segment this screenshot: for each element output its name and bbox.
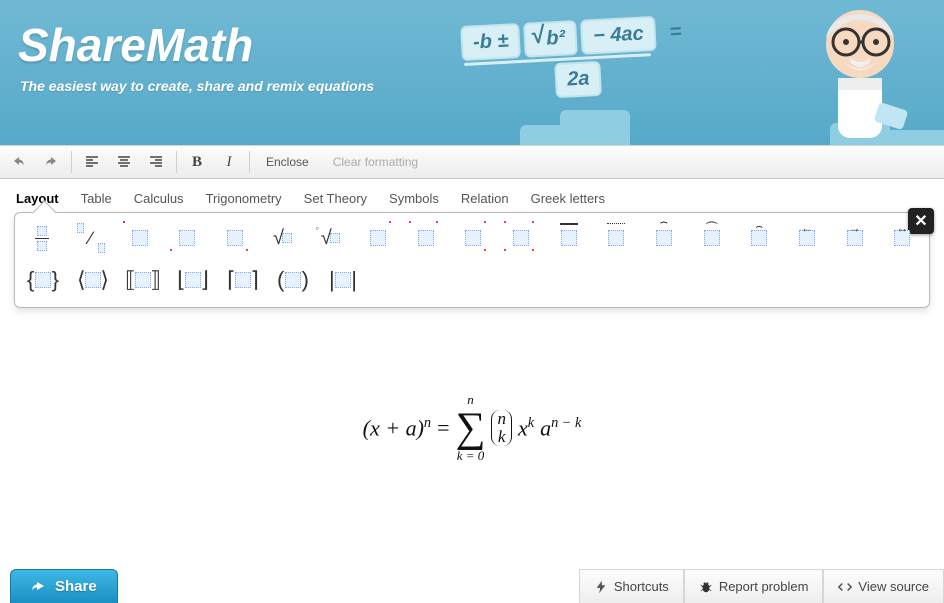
palette-all-scripts[interactable]: [508, 223, 534, 253]
format-toolbar: B I Enclose Clear formatting: [0, 145, 944, 179]
sigma-icon: ∑: [455, 407, 485, 449]
redo-button[interactable]: [36, 149, 66, 175]
palette-sub-left[interactable]: [174, 223, 200, 253]
equation-display: (x + a)n = n ∑ k = 0 n k xkan − k: [363, 393, 582, 462]
toolbar-separator: [71, 151, 72, 173]
eq-lhs-exp: n: [424, 415, 431, 431]
palette-sup-left[interactable]: [127, 223, 153, 253]
share-icon: [31, 579, 47, 595]
palette-braces[interactable]: {}: [29, 265, 57, 295]
palette-leftrightarrow-over[interactable]: ↔: [889, 223, 915, 253]
tab-relation[interactable]: Relation: [461, 191, 509, 206]
category-tabs: Layout Table Calculus Trigonometry Set T…: [0, 179, 944, 212]
tab-set-theory[interactable]: Set Theory: [304, 191, 367, 206]
eq-binom-bot: k: [498, 428, 506, 446]
eq-binom: n k: [491, 410, 512, 446]
palette-overbrace[interactable]: ⏞: [651, 223, 677, 253]
align-right-button[interactable]: [141, 149, 171, 175]
palette-sup-both[interactable]: [413, 223, 439, 253]
palette-sub-right[interactable]: [222, 223, 248, 253]
tab-greek-letters[interactable]: Greek letters: [531, 191, 605, 206]
palette-hat[interactable]: ⏜: [699, 223, 725, 253]
palette-floor[interactable]: ⌊⌋: [179, 265, 207, 295]
palette-sqrt[interactable]: √: [270, 223, 296, 253]
eq-term1-exp: k: [528, 415, 534, 431]
palette-dbl-brackets[interactable]: ⟦⟧: [129, 265, 157, 295]
palette-bars[interactable]: ||: [329, 265, 357, 295]
eq-binom-top: n: [497, 410, 506, 428]
enclose-button[interactable]: Enclose: [255, 149, 320, 175]
bold-button[interactable]: B: [182, 149, 212, 175]
palette-sup-right[interactable]: [365, 223, 391, 253]
toolbar-separator: [176, 151, 177, 173]
palette-overbar[interactable]: [556, 223, 582, 253]
source-label: View source: [858, 579, 929, 594]
shortcuts-label: Shortcuts: [614, 579, 669, 594]
palette-leftarrow-over[interactable]: ←: [794, 223, 820, 253]
italic-button[interactable]: I: [214, 149, 244, 175]
banner-formula-chip: √ b²: [523, 20, 578, 58]
eq-term1-base: x: [518, 415, 528, 440]
bolt-icon: [594, 580, 608, 594]
palette-ceil[interactable]: ⌈⌉: [229, 265, 257, 295]
eq-sum-lower: k = 0: [457, 449, 485, 463]
tab-symbols[interactable]: Symbols: [389, 191, 439, 206]
report-problem-link[interactable]: Report problem: [684, 569, 824, 603]
banner-formula-chip: =: [659, 16, 692, 49]
report-label: Report problem: [719, 579, 809, 594]
palette-overparen[interactable]: ⌢: [746, 223, 772, 253]
tab-trigonometry[interactable]: Trigonometry: [206, 191, 282, 206]
share-button[interactable]: Share: [10, 569, 118, 603]
palette-parens[interactable]: (): [279, 265, 307, 295]
eq-lhs-base: (x + a): [363, 415, 424, 440]
palette-fraction[interactable]: [29, 223, 55, 253]
banner-formula-chip: − 4ac: [580, 16, 656, 55]
palette-angles[interactable]: ⟨⟩: [79, 265, 107, 295]
banner-formula-chip: -b ±: [460, 23, 521, 61]
decor-stack: [560, 110, 630, 145]
palette-overbar-dotted[interactable]: [603, 223, 629, 253]
layout-palette: ✕ ∕ √ √▫ ⏞ ⏜ ⌢ ← → ↔ {} ⟨⟩ ⟦⟧: [14, 212, 930, 308]
banner-formula-chip: 2a: [554, 61, 602, 98]
align-left-button[interactable]: [77, 149, 107, 175]
branding-banner: ShareMath The easiest way to create, sha…: [0, 0, 944, 145]
eq-equals: =: [437, 415, 449, 441]
footer-spacer: [118, 569, 579, 603]
undo-button[interactable]: [4, 149, 34, 175]
palette-nroot[interactable]: √▫: [317, 223, 343, 253]
footer-bar: Share Shortcuts Report problem View sour…: [0, 569, 944, 603]
tab-layout[interactable]: Layout: [16, 191, 59, 206]
tab-calculus[interactable]: Calculus: [134, 191, 184, 206]
palette-presub-sup[interactable]: [460, 223, 486, 253]
palette-rightarrow-over[interactable]: →: [842, 223, 868, 253]
align-center-button[interactable]: [109, 149, 139, 175]
eq-term2-exp: n − k: [551, 415, 581, 431]
clear-formatting-button[interactable]: Clear formatting: [322, 149, 429, 175]
code-icon: [838, 580, 852, 594]
professor-avatar: [790, 0, 930, 145]
eq-sum: n ∑ k = 0: [455, 393, 485, 462]
equation-editor[interactable]: (x + a)n = n ∑ k = 0 n k xkan − k: [0, 308, 944, 548]
tab-table[interactable]: Table: [81, 191, 112, 206]
bug-icon: [699, 580, 713, 594]
palette-bevel-fraction[interactable]: ∕: [77, 223, 105, 253]
shortcuts-link[interactable]: Shortcuts: [579, 569, 684, 603]
share-label: Share: [55, 578, 97, 595]
eq-term2-base: a: [540, 415, 551, 440]
view-source-link[interactable]: View source: [823, 569, 944, 603]
banner-formula: -b ± √ b² − 4ac = 2a: [458, 12, 697, 105]
toolbar-separator: [249, 151, 250, 173]
